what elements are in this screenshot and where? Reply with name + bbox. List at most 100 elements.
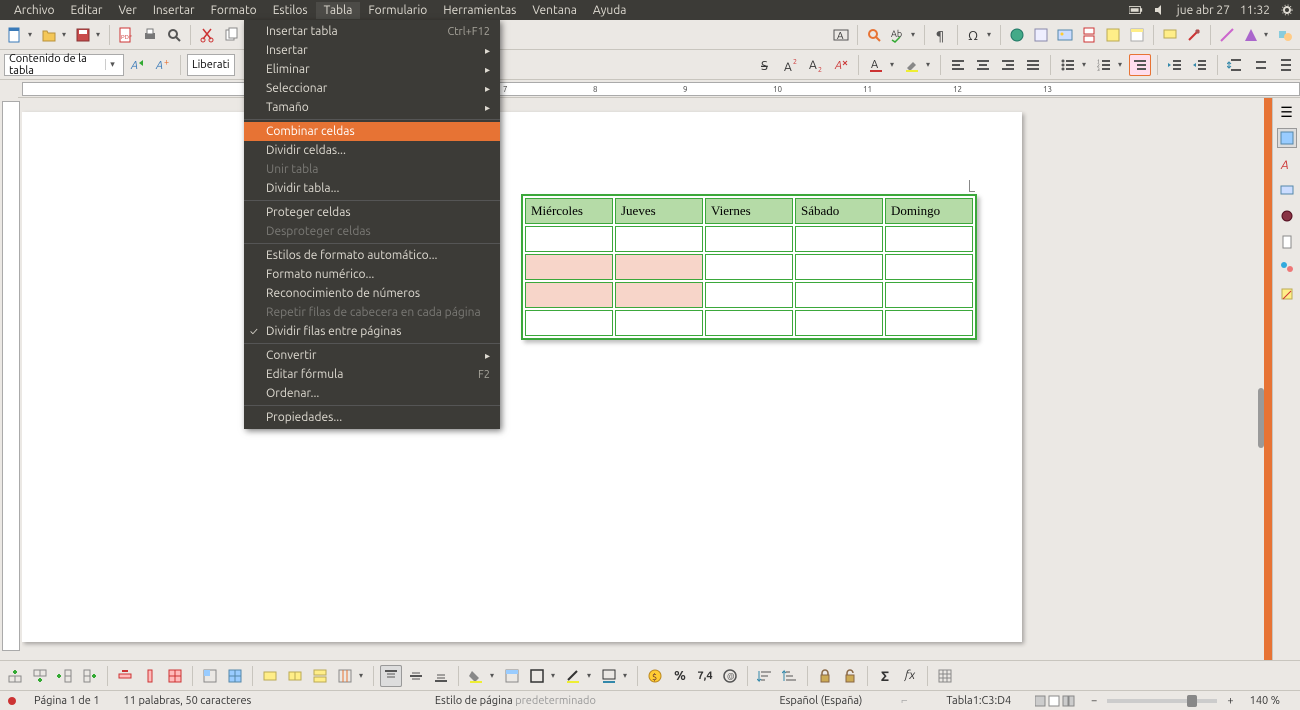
increase-indent-button[interactable]: [1164, 54, 1186, 76]
number-format-percent-button[interactable]: %: [669, 665, 691, 687]
menu-item[interactable]: Ordenar...: [244, 384, 500, 403]
select-cell-button[interactable]: [199, 665, 221, 687]
menu-ver[interactable]: Ver: [110, 2, 144, 19]
menu-tabla[interactable]: Tabla: [316, 2, 361, 19]
menu-item[interactable]: Convertir▸: [244, 346, 500, 365]
system-date[interactable]: jue abr 27: [1177, 4, 1230, 17]
menu-insertar[interactable]: Insertar: [145, 2, 203, 19]
table-cell[interactable]: [525, 226, 613, 252]
number-format-decimal-button[interactable]: 7,4: [694, 665, 716, 687]
manage-changes-button[interactable]: [1277, 284, 1297, 304]
basic-shapes-button[interactable]: [1240, 24, 1262, 46]
status-page-style[interactable]: Estilo de página predeterminado: [263, 695, 767, 707]
track-changes-button[interactable]: [1183, 24, 1205, 46]
table-cell[interactable]: [885, 310, 973, 336]
align-justify-button[interactable]: [1022, 54, 1044, 76]
scrollbar-thumb[interactable]: [1258, 388, 1264, 448]
menu-item[interactable]: Estilos de formato automático...: [244, 246, 500, 265]
new-style-button[interactable]: A+: [152, 54, 174, 76]
delete-table-button[interactable]: [164, 665, 186, 687]
table-cell[interactable]: [795, 254, 883, 280]
menu-item[interactable]: Editar fórmulaF2: [244, 365, 500, 384]
status-insert-mode[interactable]: ⌐: [874, 695, 934, 707]
split-cells-button[interactable]: [284, 665, 306, 687]
table-cell[interactable]: [795, 282, 883, 308]
zoom-out-button[interactable]: −: [1087, 695, 1101, 707]
dropdown-arrow-icon[interactable]: ▾: [1264, 30, 1272, 39]
menu-estilos[interactable]: Estilos: [265, 2, 316, 19]
bullet-list-button[interactable]: [1057, 54, 1079, 76]
status-language[interactable]: Español (España): [767, 695, 874, 707]
table-cell[interactable]: [705, 282, 793, 308]
table-cell[interactable]: [885, 254, 973, 280]
decrease-indent-button[interactable]: [1189, 54, 1211, 76]
style-inspector-button[interactable]: [1277, 258, 1297, 278]
page-panel-button[interactable]: [1277, 232, 1297, 252]
number-format-currency-button[interactable]: $: [644, 665, 666, 687]
page-break-button[interactable]: [1078, 24, 1100, 46]
image-button[interactable]: [1054, 24, 1076, 46]
horizontal-ruler[interactable]: 78910111213: [22, 82, 1300, 96]
draw-functions-button[interactable]: [1274, 24, 1296, 46]
table-cell[interactable]: [525, 310, 613, 336]
menu-editar[interactable]: Editar: [63, 2, 111, 19]
insert-row-above-button[interactable]: [4, 665, 26, 687]
print-preview-button[interactable]: [163, 24, 185, 46]
insert-row-below-button[interactable]: [29, 665, 51, 687]
line-button[interactable]: [1216, 24, 1238, 46]
table-cell[interactable]: [705, 226, 793, 252]
volume-icon[interactable]: [1153, 3, 1167, 17]
menu-item[interactable]: Reconocimiento de números: [244, 284, 500, 303]
align-center-button[interactable]: [972, 54, 994, 76]
menu-item[interactable]: Combinar celdas: [244, 122, 500, 141]
find-button[interactable]: [863, 24, 885, 46]
menu-archivo[interactable]: Archivo: [6, 2, 63, 19]
clear-formatting-button[interactable]: A: [830, 54, 852, 76]
font-name-combo[interactable]: Liberati: [187, 54, 235, 76]
table-cell[interactable]: [795, 226, 883, 252]
dropdown-arrow-icon[interactable]: ▾: [96, 30, 104, 39]
valign-center-button[interactable]: [405, 665, 427, 687]
font-color-button[interactable]: A: [865, 54, 887, 76]
dropdown-arrow-icon[interactable]: ▾: [587, 671, 595, 680]
menu-item[interactable]: Insertar tablaCtrl+F12: [244, 22, 500, 41]
insert-col-right-button[interactable]: [79, 665, 101, 687]
bg-color-button[interactable]: [465, 665, 487, 687]
properties-panel-button[interactable]: [1277, 128, 1297, 148]
menu-item[interactable]: Dividir tabla...: [244, 179, 500, 198]
protect-cells-button[interactable]: [814, 665, 836, 687]
autoformat-button[interactable]: [501, 665, 523, 687]
menu-item[interactable]: Eliminar▸: [244, 60, 500, 79]
export-pdf-button[interactable]: PDF: [115, 24, 137, 46]
vertical-ruler[interactable]: [2, 101, 20, 651]
table-header-cell[interactable]: Viernes: [705, 198, 793, 224]
table-cell[interactable]: [525, 282, 613, 308]
table-header-cell[interactable]: Jueves: [615, 198, 703, 224]
status-word-count[interactable]: 11 palabras, 50 caracteres: [112, 695, 264, 707]
line-spacing-button[interactable]: [1274, 54, 1296, 76]
table-cell[interactable]: [525, 254, 613, 280]
navigator-panel-button[interactable]: [1277, 206, 1297, 226]
menu-formato[interactable]: Formato: [203, 2, 265, 19]
align-right-button[interactable]: [997, 54, 1019, 76]
table-cell[interactable]: [885, 282, 973, 308]
table-cell[interactable]: [795, 310, 883, 336]
battery-icon[interactable]: [1129, 3, 1143, 17]
menu-item[interactable]: Proteger celdas: [244, 203, 500, 222]
status-page[interactable]: Página 1 de 1: [22, 695, 112, 707]
superscript-button[interactable]: A2: [780, 54, 802, 76]
save-button[interactable]: [72, 24, 94, 46]
open-button[interactable]: [38, 24, 60, 46]
delete-row-button[interactable]: [114, 665, 136, 687]
delete-col-button[interactable]: [139, 665, 161, 687]
numbered-list-button[interactable]: 123: [1093, 54, 1115, 76]
valign-top-button[interactable]: [380, 665, 402, 687]
align-left-button[interactable]: [947, 54, 969, 76]
dropdown-arrow-icon[interactable]: ▾: [911, 30, 919, 39]
dropdown-arrow-icon[interactable]: ▾: [359, 671, 367, 680]
sort-desc-button[interactable]: [779, 665, 801, 687]
table-header-cell[interactable]: Domingo: [885, 198, 973, 224]
dropdown-arrow-icon[interactable]: ▾: [623, 671, 631, 680]
menu-ayuda[interactable]: Ayuda: [585, 2, 635, 19]
split-table-button[interactable]: [309, 665, 331, 687]
